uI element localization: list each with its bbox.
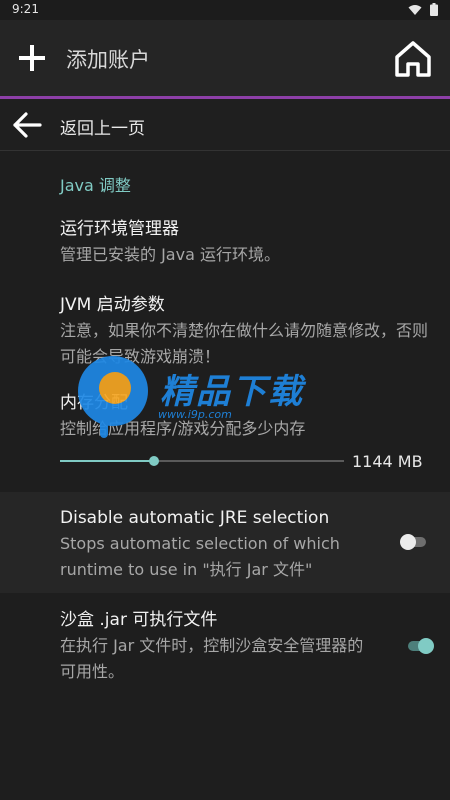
pref-runtime-manager[interactable]: 运行环境管理器 管理已安装的 Java 运行环境。 — [60, 216, 430, 268]
plus-icon — [19, 45, 45, 71]
pref-jvm-args[interactable]: JVM 启动参数 注意，如果你不清楚你在做什么请勿随意修改，否则可能会导致游戏崩… — [60, 292, 430, 370]
memory-value: 1144 MB — [352, 452, 423, 471]
app-bar-title: 添加账户 — [66, 48, 150, 72]
pref-disable-auto-jre[interactable]: Disable automatic JRE selection Stops au… — [0, 492, 450, 593]
toggle-knob — [400, 534, 416, 550]
slider-fill — [60, 460, 154, 462]
toggle-knob — [418, 638, 434, 654]
pref-title: 内存分配 — [60, 393, 128, 413]
status-bar: 9:21 — [0, 0, 450, 20]
pref-summary: 在执行 Jar 文件时，控制沙盒安全管理器的可用性。 — [60, 636, 364, 681]
arrow-left-icon — [13, 112, 42, 138]
battery-icon — [430, 3, 438, 16]
toggle-sandbox-jar[interactable] — [406, 638, 434, 654]
back-button[interactable]: 返回上一页 — [0, 99, 450, 151]
pref-text: Disable automatic JRE selection Stops au… — [60, 505, 360, 583]
status-icons — [408, 3, 438, 16]
pref-sandbox-jar[interactable]: 沙盒 .jar 可执行文件 在执行 Jar 文件时，控制沙盒安全管理器的可用性。 — [60, 607, 370, 685]
home-button[interactable] — [392, 38, 434, 80]
add-account-button[interactable] — [16, 42, 48, 74]
pref-title: JVM 启动参数 — [60, 295, 165, 315]
section-title-java: Java 调整 — [60, 176, 131, 195]
pref-title: Disable automatic JRE selection — [60, 508, 330, 528]
pref-summary: 注意，如果你不清楚你在做什么请勿随意修改，否则可能会导致游戏崩溃！ — [60, 321, 429, 366]
slider-thumb[interactable] — [149, 456, 159, 466]
back-label: 返回上一页 — [60, 119, 145, 139]
toggle-disable-auto-jre[interactable] — [400, 534, 428, 550]
status-time: 9:21 — [12, 2, 39, 16]
pref-memory-allocation: 内存分配 控制给应用程序/游戏分配多少内存 — [60, 390, 430, 442]
wifi-icon — [408, 4, 422, 15]
pref-summary: Stops automatic selection of which runti… — [60, 534, 340, 579]
app-bar: 添加账户 — [0, 20, 450, 96]
pref-title: 运行环境管理器 — [60, 219, 179, 239]
home-icon — [395, 41, 431, 77]
pref-title: 沙盒 .jar 可执行文件 — [60, 610, 218, 630]
memory-slider[interactable] — [60, 452, 344, 472]
pref-summary: 管理已安装的 Java 运行环境。 — [60, 245, 280, 264]
pref-summary: 控制给应用程序/游戏分配多少内存 — [60, 419, 306, 438]
